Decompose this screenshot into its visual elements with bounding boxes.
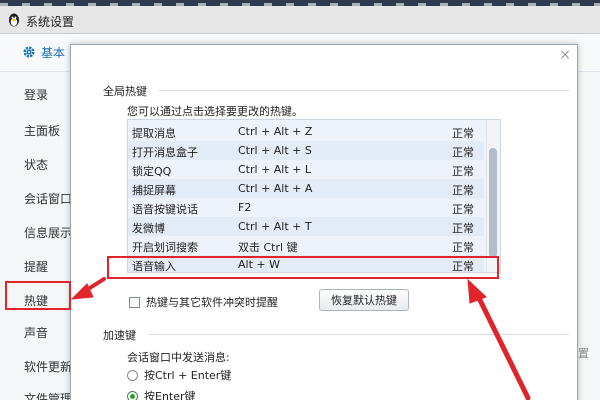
hotkey-row[interactable]: 锁定QQ Ctrl + Alt + L 正常: [128, 160, 484, 179]
sidebar-item-software-update[interactable]: 软件更新: [24, 358, 72, 375]
sidebar-item-chat-window[interactable]: 会话窗口: [24, 190, 72, 207]
title-bar: 系统设置: [0, 6, 600, 34]
send-ctrl-enter-radio[interactable]: [127, 370, 138, 381]
sidebar-item-file-management[interactable]: 文件管理: [24, 390, 72, 400]
hotkey-row[interactable]: 开启划词搜索 双击 Ctrl 键 正常: [128, 236, 484, 255]
sidebar-item-login[interactable]: 登录: [24, 86, 48, 103]
accelerator-keys-title: 加速键: [103, 329, 136, 342]
hotkey-row[interactable]: 发微博 Ctrl + Alt + T 正常: [128, 217, 484, 236]
send-ctrl-enter-label: 按Ctrl + Enter键: [144, 369, 232, 382]
hotkey-row[interactable]: 语音按键说话 F2 正常: [128, 198, 484, 217]
conflict-reminder-checkbox[interactable]: [129, 297, 140, 308]
conflict-reminder-label: 热键与其它软件冲突时提醒: [146, 296, 278, 309]
hotkey-hint: 您可以通过点击选择要更改的热键。: [127, 105, 303, 118]
hotkey-row[interactable]: 捕捉屏幕 Ctrl + Alt + A 正常: [128, 179, 484, 198]
sidebar-item-reminder[interactable]: 提醒: [24, 258, 48, 275]
global-hotkeys-title: 全局热键: [103, 85, 147, 98]
sidebar-item-info-display[interactable]: 信息展示: [24, 224, 72, 241]
sidebar-item-sound[interactable]: 声音: [24, 324, 48, 341]
hotkey-row[interactable]: 打开消息盒子 Ctrl + Alt + S 正常: [128, 141, 484, 160]
hotkey-list[interactable]: 提取消息 Ctrl + Alt + Z 正常 打开消息盒子 Ctrl + Alt…: [127, 119, 501, 273]
voice-input-highlight-box: [107, 256, 499, 279]
gear-icon: [23, 46, 35, 58]
background-right-text: 置: [578, 347, 589, 360]
sidebar-item-status[interactable]: 状态: [24, 156, 48, 173]
hotkeys-highlight-box: [5, 281, 71, 310]
settings-sidebar: 登录 主面板 状态 会话窗口 信息展示 提醒 热键 声音 软件更新 文件管理: [0, 72, 78, 400]
section-divider: [149, 334, 569, 335]
window-title: 系统设置: [26, 15, 75, 29]
tab-basic-label: 基本: [41, 46, 66, 60]
section-divider: [159, 90, 569, 91]
scrollbar-thumb[interactable]: [489, 148, 497, 258]
sidebar-item-main-panel[interactable]: 主面板: [24, 122, 60, 139]
send-enter-radio[interactable]: [127, 391, 138, 400]
send-ctrl-enter-option[interactable]: 按Ctrl + Enter键: [127, 367, 231, 383]
hotkey-dialog: × 全局热键 您可以通过点击选择要更改的热键。 提取消息 Ctrl + Alt …: [70, 44, 578, 400]
restore-default-hotkeys-button[interactable]: 恢复默认热键: [319, 289, 409, 311]
tab-basic[interactable]: 基本: [22, 44, 65, 61]
hotkey-list-scrollbar[interactable]: [486, 120, 500, 272]
send-enter-label: 按Enter键: [144, 390, 196, 400]
hotkey-row[interactable]: 提取消息 Ctrl + Alt + Z 正常: [128, 122, 484, 141]
close-icon[interactable]: ×: [559, 48, 571, 62]
send-message-label: 会话窗口中发送消息:: [127, 351, 230, 364]
conflict-reminder-option[interactable]: 热键与其它软件冲突时提醒: [129, 294, 278, 310]
send-enter-option[interactable]: 按Enter键: [127, 388, 196, 400]
qq-penguin-icon: [9, 13, 19, 27]
